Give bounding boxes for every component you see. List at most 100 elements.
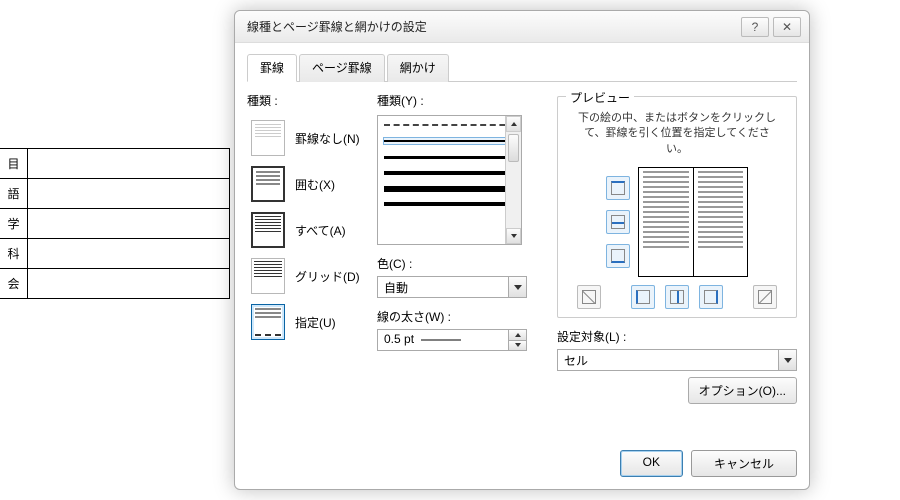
preset-grid[interactable]: グリッド(D) xyxy=(247,253,377,299)
background-table: 目 語 学 科 会 xyxy=(0,148,230,299)
line-style-option[interactable] xyxy=(384,202,515,208)
border-left-button[interactable] xyxy=(631,285,655,309)
preview-title: プレビュー xyxy=(566,89,634,106)
tab-shading[interactable]: 網かけ xyxy=(387,54,449,82)
cell xyxy=(28,239,230,268)
tab-strip: 罫線 ページ罫線 網かけ xyxy=(247,53,797,82)
apply-to-label: 設定対象(L) : xyxy=(557,328,797,345)
line-style-option[interactable] xyxy=(384,170,515,176)
border-diag-up-button[interactable] xyxy=(753,285,777,309)
apply-to-value: セル xyxy=(558,350,778,370)
borders-shading-dialog: 線種とページ罫線と網かけの設定 ? ✕ 罫線 ページ罫線 網かけ 種類 : 罫線… xyxy=(234,10,810,490)
cell: 会 xyxy=(0,269,28,298)
border-right-button[interactable] xyxy=(699,285,723,309)
spin-up-button[interactable] xyxy=(509,330,526,340)
cell: 科 xyxy=(0,239,28,268)
border-h-inside-button[interactable] xyxy=(606,210,630,234)
chevron-up-icon xyxy=(511,122,517,126)
width-sample-icon xyxy=(421,337,461,343)
ok-button[interactable]: OK xyxy=(620,450,683,477)
cell: 学 xyxy=(0,209,28,238)
preset-custom-icon xyxy=(251,304,285,340)
preset-custom[interactable]: 指定(U) xyxy=(247,299,377,345)
chevron-down-icon xyxy=(514,285,522,290)
chevron-down-icon xyxy=(511,234,517,238)
tab-borders[interactable]: 罫線 xyxy=(247,54,297,82)
help-icon: ? xyxy=(752,20,759,34)
dialog-body: 罫線 ページ罫線 網かけ 種類 : 罫線なし(N) 囲む(X) xyxy=(235,43,809,446)
preset-heading: 種類 : xyxy=(247,92,377,109)
cell: 目 xyxy=(0,149,28,178)
line-style-option[interactable] xyxy=(384,122,515,128)
table-row: 会 xyxy=(0,269,230,299)
line-style-option[interactable] xyxy=(384,186,515,192)
cancel-button[interactable]: キャンセル xyxy=(691,450,797,477)
table-row: 科 xyxy=(0,239,230,269)
border-bottom-button[interactable] xyxy=(606,244,630,268)
cell: 語 xyxy=(0,179,28,208)
tab-label: ページ罫線 xyxy=(312,61,372,75)
tab-page-borders[interactable]: ページ罫線 xyxy=(299,54,385,82)
cell xyxy=(28,209,230,238)
preset-all-icon xyxy=(251,212,285,248)
chevron-down-icon xyxy=(784,358,792,363)
preset-none-icon xyxy=(251,120,285,156)
chevron-down-icon xyxy=(515,343,521,347)
table-row: 目 xyxy=(0,149,230,179)
width-label: 線の太さ(W) : xyxy=(377,308,547,325)
scroll-track[interactable] xyxy=(506,164,521,228)
cell xyxy=(28,179,230,208)
preview-area[interactable] xyxy=(638,167,748,277)
width-spinner[interactable]: 0.5 pt xyxy=(377,329,527,351)
line-style-list[interactable] xyxy=(377,115,522,245)
close-icon: ✕ xyxy=(782,20,792,34)
close-button[interactable]: ✕ xyxy=(773,17,801,37)
dropdown-button[interactable] xyxy=(508,277,526,297)
preset-none[interactable]: 罫線なし(N) xyxy=(247,115,377,161)
preview-column: プレビュー 下の絵の中、またはボタンをクリックして、罫線を引く位置を指定してくだ… xyxy=(547,92,797,432)
options-label: オプション(O)... xyxy=(699,384,786,398)
preset-column: 種類 : 罫線なし(N) 囲む(X) xyxy=(247,92,377,432)
tab-label: 網かけ xyxy=(400,61,436,75)
preset-label: 囲む(X) xyxy=(295,176,335,193)
color-combo[interactable]: 自動 xyxy=(377,276,527,298)
apply-to-combo[interactable]: セル xyxy=(557,349,797,371)
style-column: 種類(Y) : xyxy=(377,92,547,432)
table-row: 学 xyxy=(0,209,230,239)
preset-label: 指定(U) xyxy=(295,314,336,331)
chevron-up-icon xyxy=(515,333,521,337)
cancel-label: キャンセル xyxy=(714,457,774,471)
scroll-thumb[interactable] xyxy=(508,134,519,162)
preview-group: プレビュー 下の絵の中、またはボタンをクリックして、罫線を引く位置を指定してくだ… xyxy=(557,96,797,318)
title-bar[interactable]: 線種とページ罫線と網かけの設定 ? ✕ xyxy=(235,11,809,43)
preview-hint: 下の絵の中、またはボタンをクリックして、罫線を引く位置を指定してください。 xyxy=(576,111,778,157)
color-value: 自動 xyxy=(378,277,508,297)
dialog-buttons: OK キャンセル xyxy=(235,446,809,489)
preset-all[interactable]: すべて(A) xyxy=(247,207,377,253)
cell xyxy=(28,269,230,298)
scroll-up-button[interactable] xyxy=(506,116,521,132)
border-diag-down-button[interactable] xyxy=(577,285,601,309)
preset-label: すべて(A) xyxy=(295,222,346,239)
scrollbar[interactable] xyxy=(505,116,521,244)
preset-label: グリッド(D) xyxy=(295,268,360,285)
width-text: 0.5 pt xyxy=(384,332,414,346)
width-value: 0.5 pt xyxy=(378,330,508,350)
dialog-title: 線種とページ罫線と網かけの設定 xyxy=(247,18,741,35)
border-top-button[interactable] xyxy=(606,176,630,200)
spin-down-button[interactable] xyxy=(509,340,526,351)
preset-box-icon xyxy=(251,166,285,202)
help-button[interactable]: ? xyxy=(741,17,769,37)
tab-label: 罫線 xyxy=(260,61,284,75)
line-style-option[interactable] xyxy=(384,138,515,144)
dropdown-button[interactable] xyxy=(778,350,796,370)
scroll-down-button[interactable] xyxy=(506,228,521,244)
preset-grid-icon xyxy=(251,258,285,294)
preset-label: 罫線なし(N) xyxy=(295,130,360,147)
color-label: 色(C) : xyxy=(377,255,547,272)
ok-label: OK xyxy=(643,455,660,469)
line-style-option[interactable] xyxy=(384,154,515,160)
border-v-inside-button[interactable] xyxy=(665,285,689,309)
options-button[interactable]: オプション(O)... xyxy=(688,377,797,404)
preset-box[interactable]: 囲む(X) xyxy=(247,161,377,207)
